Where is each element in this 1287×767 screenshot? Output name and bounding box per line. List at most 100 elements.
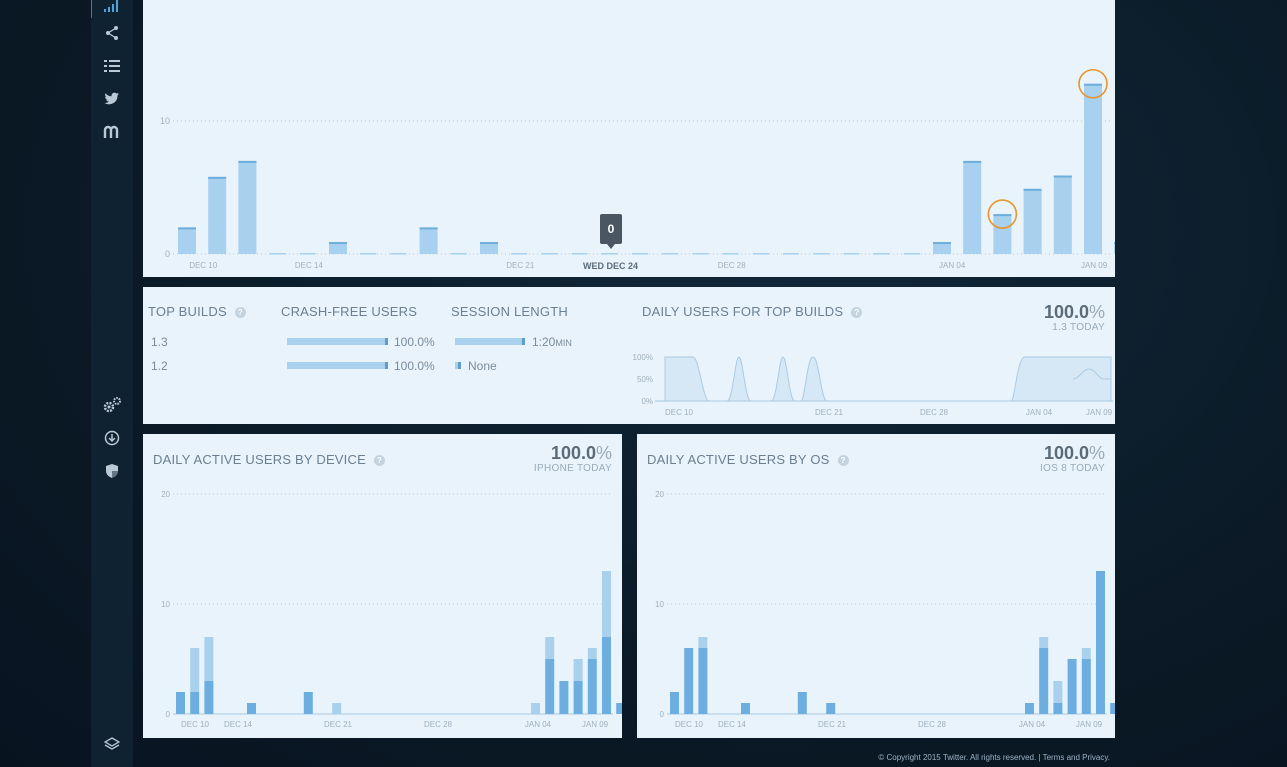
bar — [571, 253, 588, 255]
os-panel: DAILY ACTIVE USERS BY OS? 100.0% IOS 8 T… — [637, 434, 1115, 738]
y-tick-label: 0 — [166, 710, 171, 719]
crash-free-bar — [287, 362, 388, 369]
x-tick-label: DEC 10 — [181, 720, 210, 729]
help-icon[interactable]: ? — [851, 307, 863, 319]
bar-segment — [1053, 703, 1063, 714]
download-circle-icon[interactable] — [91, 426, 133, 450]
hover-date-label: WED DEC 24 — [583, 261, 639, 271]
bar — [752, 253, 769, 255]
bar-segment — [684, 648, 694, 714]
bar-cap — [1053, 175, 1072, 178]
bar-cap — [963, 160, 982, 163]
bar-segment — [587, 648, 597, 659]
bar — [390, 253, 407, 255]
daily-top-builds-title-text: DAILY USERS FOR TOP BUILDS — [642, 304, 844, 319]
bar — [1084, 83, 1102, 254]
y-tick-label: 10 — [160, 116, 170, 126]
build-version[interactable]: 1.3 — [151, 335, 168, 349]
bar-cap — [1023, 188, 1042, 191]
x-tick-label: DEC 21 — [506, 261, 535, 270]
share-nodes-icon[interactable] — [91, 21, 133, 45]
daily-top-builds-title: DAILY USERS FOR TOP BUILDS? — [642, 304, 863, 319]
bar-cap — [1084, 83, 1102, 86]
m-logo-icon[interactable] — [91, 120, 133, 144]
x-tick-label: JAN 04 — [939, 261, 966, 270]
session-unit: MIN — [555, 338, 572, 348]
top-builds-title-text: TOP BUILDS — [148, 304, 227, 319]
signal-bars-icon[interactable] — [91, 0, 133, 18]
bar-cap — [208, 176, 227, 179]
big-number: 100.0 — [1043, 302, 1089, 322]
x-tick-label: DEC 10 — [189, 261, 218, 270]
bar — [993, 214, 1012, 254]
bar — [963, 160, 982, 254]
device-panel: DAILY ACTIVE USERS BY DEVICE? 100.0% IPH… — [143, 434, 622, 738]
top-builds-big-value: 100.0% — [1044, 302, 1105, 323]
bar-segment — [176, 692, 185, 714]
bar-segment — [1081, 659, 1091, 714]
bar — [419, 227, 438, 254]
bar-segment — [1039, 648, 1049, 714]
x-tick-label: JAN 04 — [525, 720, 552, 729]
bar — [783, 253, 799, 255]
bar-segment — [573, 681, 583, 714]
bar-segment — [616, 703, 622, 714]
bar — [1023, 188, 1042, 254]
daily-users-area-chart: 100% 50% 0% DEC 10 DEC 21 DEC 28 JAN 04 JAN 09 — [633, 353, 1113, 417]
x-tick-label: DEC 21 — [818, 720, 847, 729]
session-bar — [455, 338, 525, 345]
x-tick-label: JAN 09 — [1076, 720, 1103, 729]
x-tick-label: JAN 09 — [1081, 261, 1108, 270]
footer-text[interactable]: © Copyright 2015 Twitter. All rights res… — [878, 753, 1110, 762]
bar — [238, 160, 257, 254]
bar-cap — [178, 227, 196, 230]
bar-segment — [1039, 637, 1049, 648]
x-tick-label: JAN 04 — [1019, 720, 1046, 729]
y-tick-label: 10 — [161, 600, 170, 609]
device-bar-chart: 20 10 0 DEC 10 DEC 14 DEC 21 DEC 28 JAN 04 JAN 0… — [161, 490, 622, 729]
bar — [601, 253, 618, 255]
bar — [299, 253, 316, 255]
x-tick-label: DEC 14 — [718, 720, 747, 729]
bar-segment — [332, 703, 342, 714]
y-tick-label: 0 — [165, 249, 170, 259]
bar-cap — [238, 160, 257, 163]
bar-cap — [1114, 242, 1115, 245]
bar — [360, 253, 377, 255]
bar-segment — [698, 637, 708, 648]
x-tick-label: DEC 21 — [324, 720, 353, 729]
crash-free-bar — [287, 338, 388, 345]
session-bar — [455, 362, 461, 369]
crash-free-header: CRASH-FREE USERS — [281, 304, 418, 319]
bar-segment — [741, 703, 750, 714]
session-value: None — [468, 359, 497, 373]
session-value: 1:20MIN — [532, 335, 572, 349]
bar — [813, 253, 830, 255]
help-icon[interactable]: ? — [234, 307, 246, 319]
bar-segment — [602, 637, 611, 714]
bar — [208, 176, 227, 254]
bar-segment — [826, 703, 836, 714]
big-pct: % — [1088, 302, 1105, 322]
bar-segment — [670, 692, 679, 714]
x-tick-label: JAN 09 — [582, 720, 609, 729]
bar — [843, 253, 860, 255]
bar-segment — [1067, 659, 1077, 714]
bar-segment — [797, 692, 807, 714]
bar-segment — [190, 692, 200, 714]
layers-icon[interactable] — [91, 732, 133, 756]
y-tick-label: 0 — [660, 710, 665, 719]
bar-segment — [1110, 703, 1115, 714]
bar — [450, 253, 467, 255]
shield-icon[interactable] — [91, 459, 133, 483]
bar-segment — [587, 659, 597, 714]
twitter-bird-icon[interactable] — [91, 87, 133, 111]
y-tick-label: 20 — [655, 490, 664, 499]
bar-cap — [933, 242, 951, 245]
top-bar-chart: 0 10 DEC 10 DEC 14 DEC 21 DEC 28 JAN 04 JAN 09 — [160, 68, 1115, 270]
bar-segment — [698, 648, 708, 714]
build-version[interactable]: 1.2 — [151, 359, 168, 373]
list-icon[interactable] — [91, 54, 133, 78]
session-length-header: SESSION LENGTH — [451, 304, 568, 319]
gears-icon[interactable] — [91, 393, 133, 417]
